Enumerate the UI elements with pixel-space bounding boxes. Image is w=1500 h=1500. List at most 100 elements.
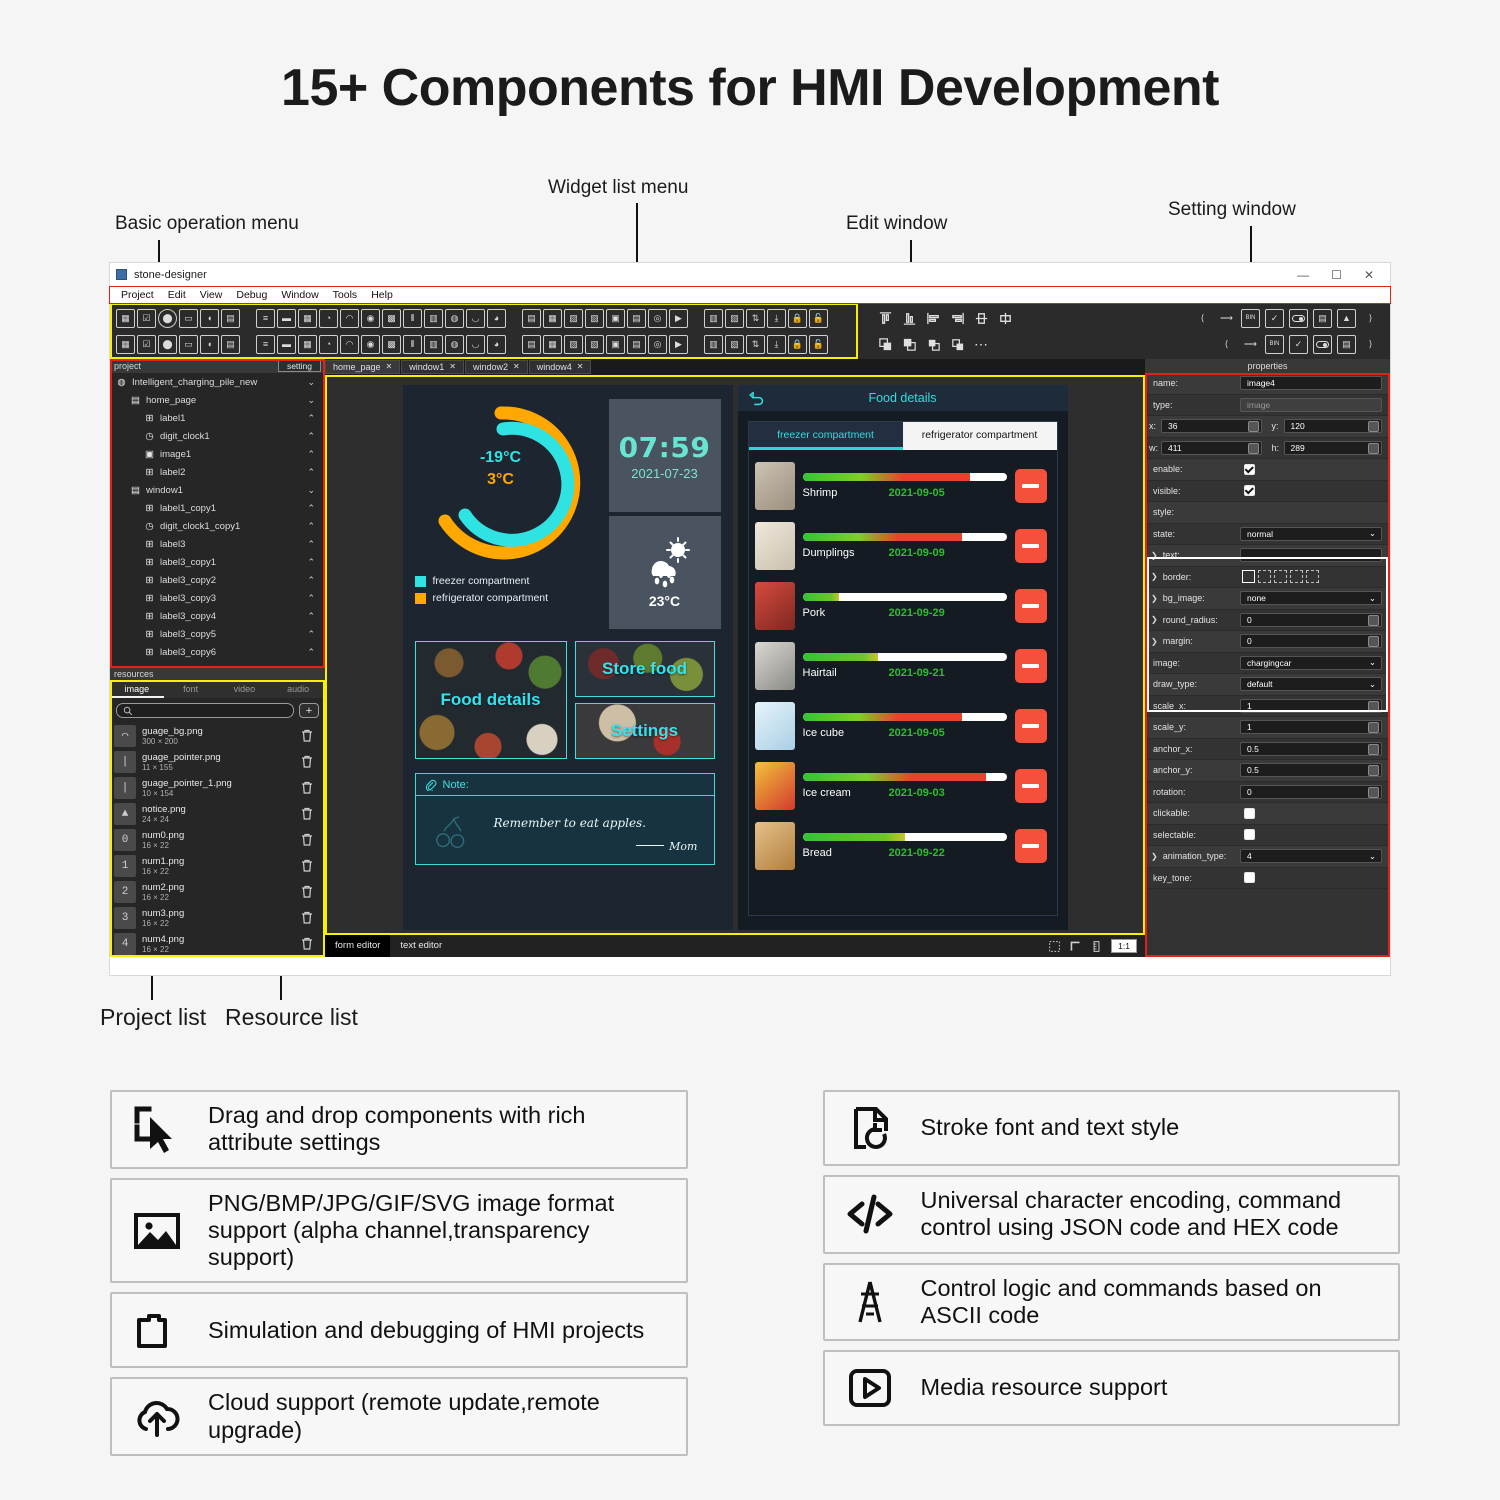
monitor-icon[interactable]: ◕ — [487, 334, 506, 354]
food-item-row[interactable]: Dumplings 2021-09-09 — [754, 516, 1051, 576]
border-right-icon[interactable] — [1274, 570, 1287, 584]
tree-node-label2[interactable]: ⊞ label2 ⌃ — [110, 463, 325, 481]
collapse-left-icon[interactable]: ⟨ — [1193, 309, 1212, 328]
chevron-right-icon[interactable]: ❯ — [1151, 852, 1158, 861]
border-top-icon[interactable] — [1258, 570, 1271, 584]
property-spinner[interactable]: 0 — [1240, 634, 1382, 649]
align-top-icon[interactable] — [878, 311, 893, 326]
property-row-name[interactable]: name: image4 — [1145, 373, 1390, 395]
resource-tab-video[interactable]: video — [218, 680, 272, 698]
button-icon[interactable]: ≡ — [256, 334, 275, 354]
property-row-rotation[interactable]: rotation: 0 — [1145, 781, 1390, 803]
label-icon[interactable]: ◔ — [319, 334, 338, 354]
property-row-text[interactable]: ❯ text: — [1145, 545, 1390, 567]
resource-item[interactable]: 0 num0.png 16 × 22 — [110, 827, 325, 853]
rotate-icon[interactable]: ◠ — [340, 334, 359, 354]
food-item-row[interactable]: Ice cube 2021-09-05 — [754, 696, 1051, 756]
window-controls[interactable]: — ☐ ✕ — [1297, 269, 1384, 281]
property-pair-1[interactable]: x: 36 — [1145, 419, 1268, 434]
border-style-swatches[interactable] — [1242, 570, 1319, 584]
spinner-icon[interactable] — [1247, 421, 1259, 433]
bullets-icon[interactable]: ⤓ — [767, 334, 786, 354]
ruler-icon[interactable] — [1090, 940, 1103, 953]
property-row-type[interactable]: type: image — [1145, 394, 1390, 416]
property-label-group[interactable]: ❯ border: — [1145, 572, 1240, 582]
spinner-icon[interactable] — [1368, 765, 1379, 777]
property-label-group[interactable]: ❯ bg_image: — [1145, 593, 1240, 603]
hmi-home-screen[interactable]: -19°C 3°C freezer compartment refrigerat… — [402, 385, 733, 930]
pointer-icon[interactable]: ◉ — [361, 334, 380, 354]
camera-icon[interactable]: ◎ — [648, 308, 667, 328]
property-row-animation_type[interactable]: ❯ animation_type: 4 ⌄ — [1145, 846, 1390, 868]
chevron-up-icon[interactable]: ⌃ — [307, 503, 315, 514]
widget-toolbar-row-1[interactable]: ▦ ☑ ⬤ ▭ ◖ ▤ ≡ ▬ ▦ ◔ ◠ ◉ ▩ ⦀ ▥ ◍ ◡ ◕ ▤ ▦ ▨ ▧ ▣ ▤ ◎ ▶ ▥ ▧ ⇅ ⤓ 🔒 🔓 — [110, 305, 858, 331]
note-widget[interactable]: Note: Remember to eat apples. Mom — [414, 773, 715, 865]
close-icon[interactable]: ✕ — [449, 360, 456, 374]
property-row-image[interactable]: image: chargingcar ⌄ — [1145, 652, 1390, 674]
contrast-icon[interactable]: ▩ — [382, 334, 401, 354]
switch-2-icon[interactable] — [1313, 334, 1332, 354]
extra-tool-row-2[interactable]: ⟨ ⟶ BIN ✓ ▤ ⟩ — [1217, 334, 1390, 354]
chevron-right-icon[interactable]: ❯ — [1151, 615, 1158, 624]
minimize-icon[interactable]: — — [1297, 269, 1309, 281]
chevron-up-icon[interactable]: ⌃ — [307, 593, 315, 604]
select-region-icon[interactable] — [1048, 940, 1061, 953]
hmi-food-details-screen[interactable]: Food details freezer compartment refrige… — [737, 385, 1068, 930]
chevron-down-icon[interactable]: ⌄ — [307, 485, 315, 496]
bring-front-icon[interactable] — [926, 337, 941, 352]
thermometer-icon[interactable]: ◉ — [361, 308, 380, 328]
property-row-style[interactable]: style: — [1145, 502, 1390, 524]
add-resource-button[interactable]: + — [299, 703, 319, 718]
property-row-clickable[interactable]: clickable: — [1145, 803, 1390, 825]
resource-item[interactable]: 2 num2.png 16 × 22 — [110, 879, 325, 905]
vslider-icon[interactable]: ▤ — [627, 334, 646, 354]
menu-item-tools[interactable]: Tools — [333, 289, 358, 301]
property-select[interactable]: none ⌄ — [1240, 591, 1382, 606]
property-row-anchor_x[interactable]: anchor_x: 0.5 — [1145, 738, 1390, 760]
close-icon[interactable]: ✕ — [386, 360, 393, 374]
split-icon[interactable]: ◡ — [466, 334, 485, 354]
slider-icon[interactable]: ▭ — [179, 308, 198, 328]
textbox-icon[interactable]: ⬤ — [158, 334, 177, 354]
property-select[interactable]: chargingcar ⌄ — [1240, 655, 1382, 670]
image-icon[interactable]: ▲ — [1337, 308, 1356, 328]
chevron-right-icon[interactable]: ❯ — [1151, 551, 1158, 560]
tree-node-label3_copy3[interactable]: ⊞ label3_copy3 ⌃ — [110, 589, 325, 607]
sliders-icon[interactable]: ⇅ — [746, 308, 765, 328]
menu-item-project[interactable]: Project — [121, 289, 154, 301]
widget-list-menu[interactable]: ▦ ☑ ⬤ ▭ ◖ ▤ ≡ ▬ ▦ ◔ ◠ ◉ ▩ ⦀ ▥ ◍ ◡ ◕ ▤ ▦ ▨ ▧ ▣ ▤ ◎ ▶ ▥ ▧ ⇅ ⤓ 🔒 🔓 ▦ ☑ ⬤ ▭ ◖ ▤ ≡… — [110, 303, 858, 359]
font-icon[interactable]: ▭ — [179, 334, 198, 354]
tree-node-label3_copy4[interactable]: ⊞ label3_copy4 ⌃ — [110, 607, 325, 625]
chevron-down-icon[interactable]: ⌄ — [1369, 657, 1376, 668]
dialog-icon[interactable]: ◎ — [648, 334, 667, 354]
expand-right-icon[interactable]: ⟩ — [1361, 309, 1380, 328]
resource-item[interactable]: 1 num1.png 16 × 22 — [110, 853, 325, 879]
tree-node-label3_copy6[interactable]: ⊞ label3_copy6 ⌃ — [110, 643, 325, 661]
property-checkbox-wrap[interactable] — [1240, 807, 1390, 819]
align-center-v-icon[interactable] — [974, 311, 989, 326]
property-row-scale_y[interactable]: scale_y: 1 — [1145, 717, 1390, 739]
border-all-icon[interactable] — [1242, 570, 1255, 584]
corner-icon[interactable] — [1069, 940, 1082, 953]
chevron-up-icon[interactable]: ⌃ — [307, 575, 315, 586]
food-item-row[interactable]: Bread 2021-09-22 — [754, 816, 1051, 876]
delete-icon[interactable] — [299, 884, 315, 900]
chevron-up-icon[interactable]: ⌃ — [307, 431, 315, 442]
status-bar[interactable]: form editor text editor 1:1 — [325, 935, 1145, 957]
circle-gauge-icon[interactable]: ◍ — [445, 308, 464, 328]
properties-panel[interactable]: name: image4 type: image x: 36 y: 120 w: 411 h: 289… — [1145, 373, 1390, 957]
property-spinner[interactable]: 1 — [1240, 698, 1382, 713]
lock-icon[interactable]: 🔒 — [788, 308, 807, 328]
compartment-tabs[interactable]: freezer compartment refrigerator compart… — [748, 422, 1057, 450]
ungroup-icon[interactable] — [902, 337, 917, 352]
chevron-up-icon[interactable]: ⌃ — [307, 647, 315, 658]
menu-bar[interactable]: Project Edit View Debug Window Tools Hel… — [109, 286, 1391, 304]
gauge-icon[interactable]: ◠ — [340, 308, 359, 328]
draw-icon[interactable]: ▦ — [298, 334, 317, 354]
editor-tab-window4[interactable]: window4 ✕ — [528, 360, 592, 374]
edit2-icon[interactable]: ☑ — [137, 334, 156, 354]
numeric-icon[interactable]: ▤ — [221, 308, 240, 328]
alignment-toolbar[interactable]: ⟨ ⟶ BIN ✓ ▤ ▲ ⟩ ⋯ ⟨ ⟶ BIN ✓ ▤ ⟩ — [858, 303, 1390, 359]
property-select[interactable]: normal ⌄ — [1240, 526, 1382, 541]
resource-item[interactable]: | guage_pointer.png 11 × 155 — [110, 749, 325, 775]
